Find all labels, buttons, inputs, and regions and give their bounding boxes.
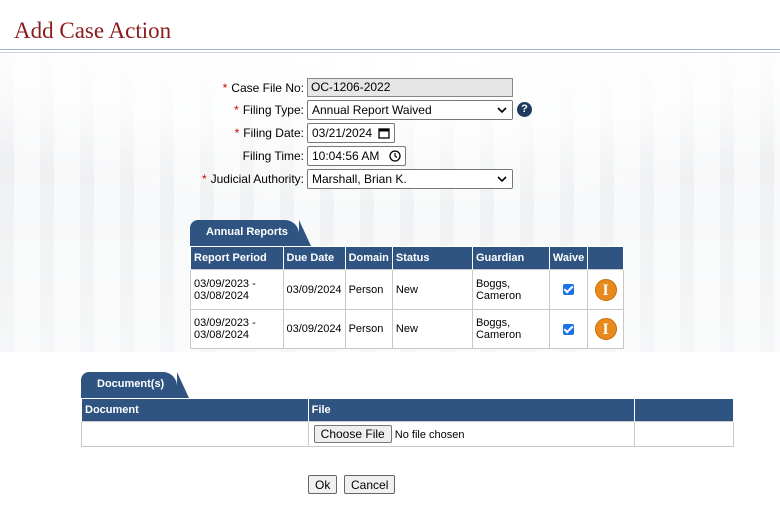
required-marker: * [222, 81, 228, 95]
guardian-cell: Boggs, Cameron [471, 309, 550, 349]
required-marker: * [201, 172, 207, 186]
empty-cell [634, 421, 734, 447]
info-icon[interactable]: I [594, 318, 617, 340]
file-cell: Choose File No file chosen [307, 421, 636, 447]
calendar-icon[interactable] [378, 127, 390, 139]
due-date-cell: 03/09/2024 [282, 309, 346, 349]
cancel-button[interactable]: Cancel [344, 475, 396, 494]
column-header: Domain [344, 246, 393, 270]
question-circle-icon[interactable]: ? [517, 102, 532, 117]
info-cell: I [587, 309, 624, 349]
documents-header-row: Document File [81, 398, 734, 422]
title-divider-secondary [0, 52, 780, 53]
column-header-empty [587, 246, 624, 270]
info-cell: I [587, 269, 624, 310]
chevron-down-icon [497, 107, 507, 114]
column-header: Report Period [190, 246, 284, 270]
filing-time-value: 10:04:56 AM [312, 149, 380, 163]
column-header: Document [81, 398, 309, 422]
waive-cell [548, 309, 589, 349]
documents-table: Document File Choose File No file chosen [81, 398, 734, 447]
case-file-label: * Case File No: [222, 81, 304, 95]
choose-file-button[interactable]: Choose File [313, 425, 392, 443]
annual-reports-table: Report Period Due Date Domain Status Gua… [190, 246, 624, 349]
judicial-authority-select[interactable]: Marshall, Brian K. [307, 169, 513, 189]
waive-cell [548, 269, 589, 310]
domain-cell: Person [344, 309, 393, 349]
judicial-authority-label: * Judicial Authority: [201, 172, 304, 186]
guardian-cell: Boggs, Cameron [471, 269, 550, 310]
waive-checkbox[interactable] [563, 323, 575, 335]
table-row: 03/09/2023 -03/08/2024 03/09/2024 Person… [190, 269, 624, 310]
ok-button[interactable]: Ok [308, 475, 338, 494]
no-file-text: No file chosen [394, 429, 465, 441]
filing-date-row: * Filing Date: 03/21/2024 [0, 123, 780, 145]
filing-type-row: * Filing Type: Annual Report Waived ? [0, 100, 780, 122]
case-file-row: * Case File No: OC-1206-2022 [0, 78, 780, 100]
filing-date-input[interactable]: 03/21/2024 [307, 123, 395, 143]
status-cell: New [391, 269, 473, 310]
filing-time-input[interactable]: 10:04:56 AM [307, 146, 406, 166]
tab-documents[interactable]: Document(s) [81, 372, 189, 398]
clock-icon[interactable] [389, 150, 401, 162]
filing-type-select[interactable]: Annual Report Waived [307, 100, 513, 120]
judicial-authority-row: * Judicial Authority: Marshall, Brian K. [0, 169, 780, 191]
filing-time-row: Filing Time: 10:04:56 AM [0, 146, 780, 168]
title-divider [0, 49, 780, 50]
page-title: Add Case Action [14, 18, 172, 43]
tab-annual-reports[interactable]: Annual Reports [190, 220, 311, 246]
judicial-authority-value: Marshall, Brian K. [312, 172, 407, 186]
annual-reports-header-row: Report Period Due Date Domain Status Gua… [190, 246, 624, 270]
column-header-empty [634, 398, 734, 422]
table-row: 03/09/2023 -03/08/2024 03/09/2024 Person… [190, 309, 624, 349]
filing-type-label: * Filing Type: [234, 103, 304, 117]
column-header: Waive [548, 246, 589, 270]
table-row: Choose File No file chosen [81, 421, 734, 447]
domain-cell: Person [344, 269, 393, 310]
filing-type-value: Annual Report Waived [312, 103, 432, 117]
column-header: Status [391, 246, 473, 270]
column-header: Due Date [282, 246, 346, 270]
column-header: File [307, 398, 636, 422]
filing-date-value: 03/21/2024 [312, 126, 373, 140]
report-period-cell: 03/09/2023 -03/08/2024 [190, 269, 284, 310]
filing-time-label: Filing Time: [242, 149, 304, 163]
case-file-input[interactable]: OC-1206-2022 [307, 78, 513, 97]
chevron-down-icon [497, 176, 507, 183]
required-marker: * [234, 103, 239, 117]
document-cell [81, 421, 309, 447]
required-marker: * [234, 126, 240, 140]
status-cell: New [391, 309, 473, 349]
due-date-cell: 03/09/2024 [282, 269, 346, 310]
report-period-cell: 03/09/2023 -03/08/2024 [190, 309, 284, 349]
column-header: Guardian [471, 246, 550, 270]
info-icon[interactable]: I [594, 278, 617, 301]
filing-date-label: * Filing Date: [234, 126, 304, 140]
waive-checkbox[interactable] [563, 284, 575, 296]
